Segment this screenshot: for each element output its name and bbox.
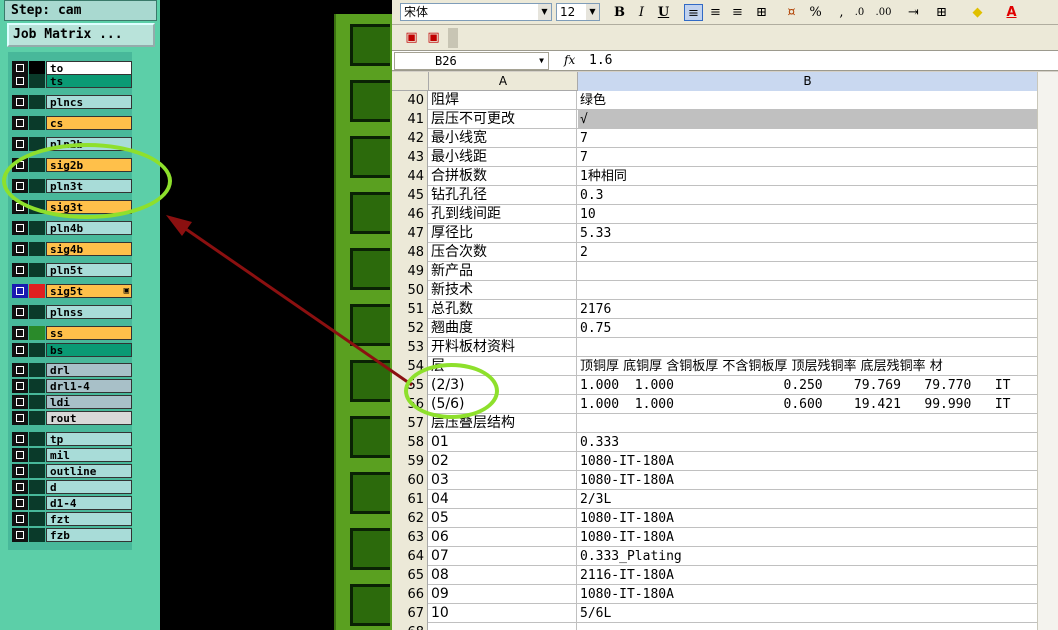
highlight-circle [404,363,499,419]
annotation-arrow [166,215,413,387]
arrow-head [166,215,192,236]
highlight-circle [2,143,172,219]
arrow-line [179,223,413,387]
